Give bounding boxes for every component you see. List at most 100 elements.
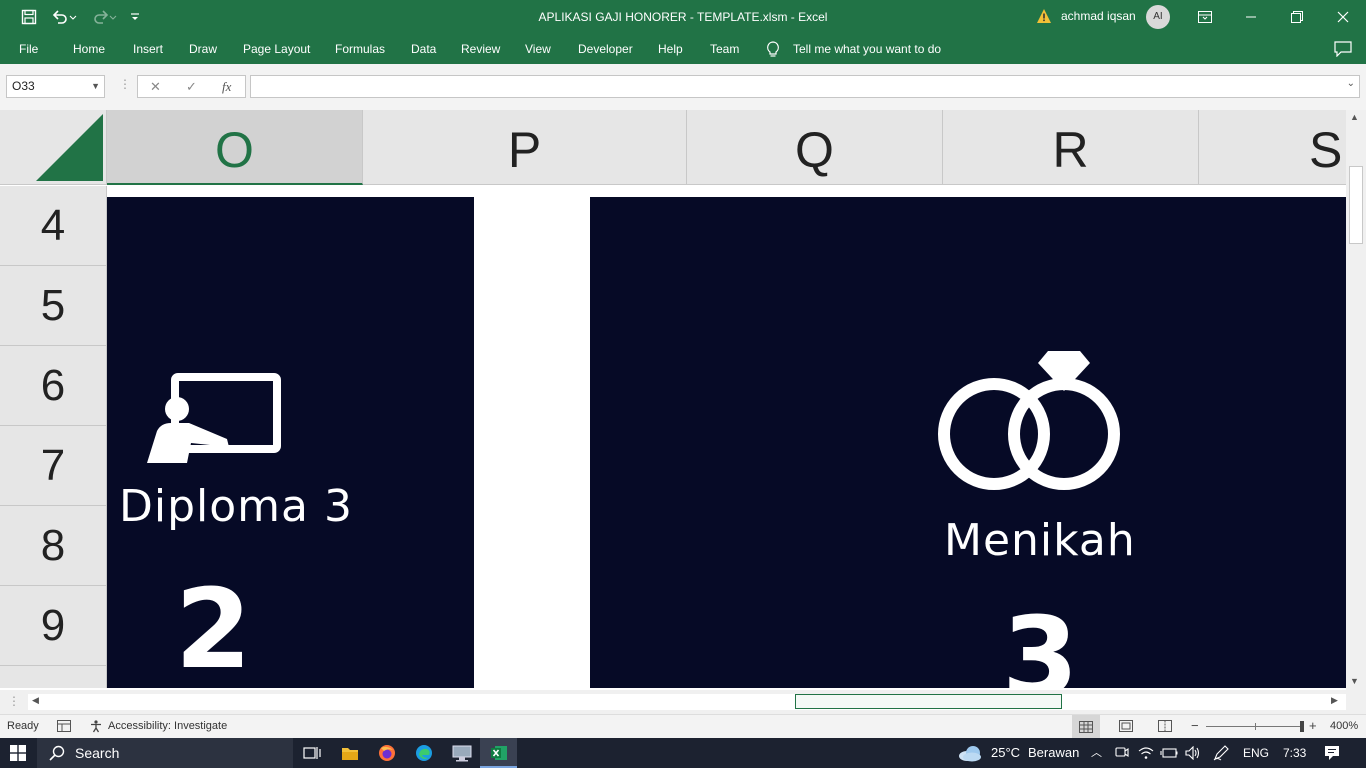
name-box[interactable]: O33 ▼ [6, 75, 105, 98]
customize-toolbar-icon[interactable] [126, 0, 144, 34]
row-header-4[interactable]: 4 [0, 186, 107, 266]
file-explorer-icon[interactable] [341, 744, 359, 762]
taskbar-search[interactable]: Search [37, 738, 293, 768]
insert-function-icon[interactable]: fx [222, 76, 231, 97]
tab-data[interactable]: Data [411, 34, 436, 64]
excel-icon [490, 744, 508, 762]
redo-icon[interactable] [86, 0, 122, 34]
volume-icon[interactable] [1185, 745, 1201, 761]
tab-team[interactable]: Team [710, 34, 739, 64]
tab-review[interactable]: Review [461, 34, 500, 64]
page-layout-view-icon[interactable] [1119, 720, 1133, 732]
scroll-right-icon[interactable]: ▶ [1331, 695, 1338, 706]
chevron-down-icon[interactable]: ▼ [91, 76, 100, 97]
lightbulb-icon[interactable] [766, 41, 780, 58]
sheet-tab-splitter-icon[interactable]: ⋮ [8, 694, 20, 708]
column-header-q[interactable]: Q [687, 110, 943, 185]
education-card[interactable]: Diploma 3 2 [107, 197, 474, 688]
column-header-o[interactable]: O [107, 110, 363, 185]
accessibility-icon[interactable] [89, 719, 103, 733]
tab-formulas[interactable]: Formulas [335, 34, 385, 64]
tab-insert[interactable]: Insert [133, 34, 163, 64]
sheet-tabs-area: ⋮ ◀ ▶ [0, 690, 1366, 714]
restore-icon[interactable] [1274, 0, 1320, 34]
undo-icon[interactable] [46, 0, 82, 34]
row-header-10[interactable] [0, 666, 107, 688]
tab-draw[interactable]: Draw [189, 34, 217, 64]
column-header-r[interactable]: R [943, 110, 1199, 185]
normal-view-icon[interactable] [1072, 715, 1100, 738]
windows-start-icon[interactable] [10, 745, 26, 761]
tab-page-layout[interactable]: Page Layout [243, 34, 310, 64]
ribbon-display-options-icon[interactable] [1182, 0, 1228, 34]
page-break-view-icon[interactable] [1158, 720, 1172, 732]
column-header-p[interactable]: P [363, 110, 687, 185]
battery-icon[interactable] [1160, 746, 1178, 760]
weather-temperature[interactable]: 25°C [991, 738, 1020, 768]
status-bar: Ready Accessibility: Investigate − + 400… [0, 714, 1366, 738]
notifications-icon[interactable] [1324, 745, 1340, 761]
tab-view[interactable]: View [525, 34, 551, 64]
row-header-9[interactable]: 9 [0, 586, 107, 666]
formula-input[interactable]: ⌄ [250, 75, 1360, 98]
search-label: Search [75, 745, 120, 761]
tell-me-search[interactable]: Tell me what you want to do [793, 34, 941, 64]
windows-taskbar: Search 25°C Berawan ︿ ENG 7:33 [0, 738, 1366, 768]
cancel-icon[interactable]: ✕ [150, 76, 161, 97]
marital-status-label: Menikah [944, 515, 1136, 566]
warning-icon[interactable] [1036, 8, 1052, 24]
edge-icon[interactable] [415, 744, 433, 762]
horizontal-scroll-thumb[interactable] [795, 694, 1062, 709]
tab-developer[interactable]: Developer [578, 34, 633, 64]
task-view-icon[interactable] [303, 745, 321, 761]
zoom-in-icon[interactable]: + [1309, 718, 1317, 733]
tab-home[interactable]: Home [73, 34, 105, 64]
row-header-7[interactable]: 7 [0, 426, 107, 506]
vertical-scroll-thumb[interactable] [1349, 166, 1363, 244]
zoom-out-icon[interactable]: − [1191, 718, 1199, 733]
splitter-dots-icon[interactable]: ⋮ [119, 77, 131, 91]
accessibility-status[interactable]: Accessibility: Investigate [108, 720, 227, 732]
zoom-slider[interactable] [1206, 721, 1304, 732]
clock-time[interactable]: 7:33 [1283, 738, 1306, 768]
input-language[interactable]: ENG [1243, 738, 1269, 768]
avatar[interactable]: AI [1146, 5, 1170, 29]
weather-description[interactable]: Berawan [1028, 738, 1079, 768]
horizontal-scrollbar[interactable]: ◀ ▶ [28, 694, 1346, 710]
close-icon[interactable] [1320, 0, 1366, 34]
user-name[interactable]: achmad iqsan [1061, 0, 1136, 34]
comments-icon[interactable] [1334, 41, 1352, 58]
meet-now-icon[interactable] [1115, 746, 1129, 760]
firefox-icon[interactable] [378, 744, 396, 762]
enter-icon[interactable]: ✓ [186, 76, 197, 97]
formula-buttons: ✕ ✓ fx [137, 75, 246, 98]
macro-record-icon[interactable] [57, 720, 71, 732]
save-icon[interactable] [14, 0, 44, 34]
excel-taskbar-button[interactable] [480, 738, 517, 768]
wedding-rings-icon [936, 347, 1128, 495]
select-all-corner[interactable] [0, 110, 107, 185]
marital-status-card[interactable]: Menikah 3 [590, 197, 1346, 688]
column-header-s[interactable]: S [1199, 110, 1346, 185]
tab-file[interactable]: File [19, 34, 38, 64]
weather-cloud-icon[interactable] [957, 744, 983, 762]
scroll-down-icon[interactable]: ▼ [1350, 676, 1359, 686]
education-label: Diploma 3 [119, 481, 353, 532]
zoom-slider-center-tick [1255, 723, 1256, 730]
row-header-8[interactable]: 8 [0, 506, 107, 586]
row-header-5[interactable]: 5 [0, 266, 107, 346]
wifi-icon[interactable] [1138, 746, 1154, 760]
remote-desktop-icon[interactable] [452, 744, 472, 762]
scroll-up-icon[interactable]: ▲ [1350, 112, 1359, 122]
row-header-6[interactable]: 6 [0, 346, 107, 426]
scroll-left-icon[interactable]: ◀ [32, 695, 39, 706]
vertical-scrollbar[interactable]: ▲ ▼ [1346, 110, 1366, 690]
worksheet-grid[interactable]: O P Q R S 4 5 6 7 8 9 Diploma 3 2 Menika… [0, 110, 1346, 688]
chevron-up-icon[interactable]: ︿ [1091, 738, 1102, 768]
tab-help[interactable]: Help [658, 34, 683, 64]
zoom-slider-handle[interactable] [1300, 721, 1304, 732]
zoom-level[interactable]: 400% [1330, 720, 1358, 732]
pen-icon[interactable] [1213, 745, 1229, 761]
minimize-icon[interactable] [1228, 0, 1274, 34]
expand-formula-icon[interactable]: ⌄ [1347, 78, 1355, 89]
